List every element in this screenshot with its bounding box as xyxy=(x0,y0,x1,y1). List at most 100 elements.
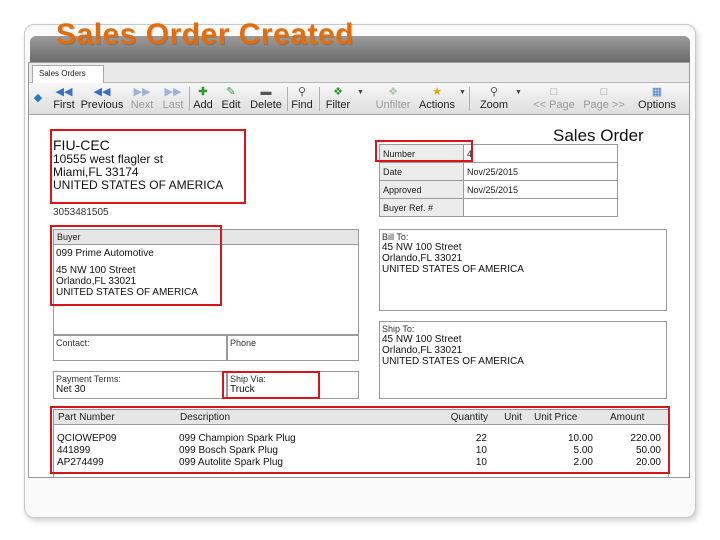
ship-to-street: 45 NW 100 Street xyxy=(382,334,462,345)
phone-box: Phone xyxy=(227,335,359,361)
tab-sales-orders[interactable]: Sales Orders xyxy=(32,65,104,83)
property-row: Number 4 xyxy=(379,144,618,163)
unit-header: Unit xyxy=(504,412,522,423)
ship-via-box: Ship Via: Truck xyxy=(227,371,359,399)
buyer-address: 099 Prime Automotive 45 NW 100 Street Or… xyxy=(54,245,358,298)
filter-button[interactable]: ❖ Filter xyxy=(323,85,353,113)
approved-value: Nov/25/2015 xyxy=(463,180,618,199)
ship-to-box: Ship To: 45 NW 100 Street Orlando,FL 330… xyxy=(379,321,667,399)
phone-label: Phone xyxy=(230,338,257,348)
buyer-ref-value xyxy=(463,198,618,217)
toolbar-separator xyxy=(319,87,320,111)
order-properties-table: Number 4 Date Nov/25/2015 Approved Nov/2… xyxy=(379,144,618,217)
ship-to-city: Orlando,FL 33021 xyxy=(382,345,463,356)
company-country: UNITED STATES OF AMERICA xyxy=(53,178,224,192)
sales-order-document: FIU-CEC 10555 west flagler st Miami,FL 3… xyxy=(29,115,689,477)
unit-price-cell: 5.00 xyxy=(573,445,593,456)
property-row: Buyer Ref. # xyxy=(379,198,618,217)
contact-box: Contact: xyxy=(53,335,227,361)
zoom-icon: ⚲ xyxy=(489,86,499,98)
number-label: Number xyxy=(379,144,464,163)
first-icon: ◀◀ xyxy=(55,86,73,98)
table-row: 441899 099 Bosch Spark Plug 10 5.00 50.0… xyxy=(53,445,669,457)
quantity-cell: 10 xyxy=(475,457,487,468)
next-icon: ▶▶ xyxy=(133,86,151,98)
page-prev-button[interactable]: □ << Page xyxy=(531,85,577,113)
buyer-country: UNITED STATES OF AMERICA xyxy=(56,287,198,298)
previous-button[interactable]: ◀◀ Previous xyxy=(79,85,125,113)
toolbar-separator xyxy=(189,87,190,111)
actions-button[interactable]: ★ Actions xyxy=(417,85,457,113)
actions-dropdown-icon[interactable]: ▼ xyxy=(459,89,466,96)
document-heading: Sales Order xyxy=(553,126,644,145)
last-button[interactable]: ▶▶ Last xyxy=(159,85,187,113)
edit-button[interactable]: ✎ Edit xyxy=(219,85,243,113)
bill-to-city: Orlando,FL 33021 xyxy=(382,253,463,264)
amount-cell: 50.00 xyxy=(635,445,661,456)
payment-terms-value: Net 30 xyxy=(56,384,86,395)
description-cell: 099 Bosch Spark Plug xyxy=(179,445,278,456)
part-number-cell: 441899 xyxy=(57,445,91,456)
toolbar-separator xyxy=(287,87,288,111)
buyer-ref-label: Buyer Ref. # xyxy=(379,198,464,217)
date-value: Nov/25/2015 xyxy=(463,162,618,181)
buyer-city: Orlando,FL 33021 xyxy=(56,276,137,287)
buyer-label: Buyer xyxy=(54,230,358,245)
description-cell: 099 Champion Spark Plug xyxy=(179,433,296,444)
zoom-dropdown-icon[interactable]: ▼ xyxy=(515,89,522,96)
options-button[interactable]: ▦ Options xyxy=(635,85,679,113)
ship-via-value: Truck xyxy=(230,384,255,395)
description-cell: 099 Autolite Spark Plug xyxy=(179,457,283,468)
tab-strip: Sales Orders xyxy=(29,63,689,83)
options-icon: ▦ xyxy=(651,86,663,98)
company-name: FIU-CEC xyxy=(53,137,110,153)
slide-title: Sales Order Created xyxy=(56,18,354,51)
previous-icon: ◀◀ xyxy=(93,86,111,98)
company-block: FIU-CEC 10555 west flagler st Miami,FL 3… xyxy=(53,137,223,192)
delete-button[interactable]: ▬ Delete xyxy=(247,85,285,113)
amount-cell: 20.00 xyxy=(635,457,661,468)
quantity-cell: 22 xyxy=(475,433,487,444)
last-icon: ▶▶ xyxy=(164,86,182,98)
buyer-street: 45 NW 100 Street xyxy=(56,265,136,276)
ship-to-country: UNITED STATES OF AMERICA xyxy=(382,356,524,367)
property-row: Approved Nov/25/2015 xyxy=(379,180,618,199)
table-row: AP274499 099 Autolite Spark Plug 10 2.00… xyxy=(53,457,669,469)
number-value: 4 xyxy=(463,144,618,163)
unfilter-icon: ❖ xyxy=(388,86,398,98)
description-header: Description xyxy=(180,412,231,423)
actions-icon: ★ xyxy=(432,86,442,98)
bill-to-box: Bill To: 45 NW 100 Street Orlando,FL 330… xyxy=(379,229,667,311)
find-icon: ⚲ xyxy=(297,86,307,98)
next-button[interactable]: ▶▶ Next xyxy=(127,85,157,113)
contact-label: Contact: xyxy=(56,338,90,348)
page-next-button[interactable]: □ Page >> xyxy=(581,85,627,113)
app-window: Sales Orders ◆ ◀◀ First ◀◀ Previous ▶▶ N… xyxy=(28,62,690,478)
filter-icon: ❖ xyxy=(333,86,343,98)
add-button[interactable]: ✚ Add xyxy=(191,85,215,113)
toolbar: ◆ ◀◀ First ◀◀ Previous ▶▶ Next ▶▶ Last ✚… xyxy=(29,83,689,115)
filter-dropdown-icon[interactable]: ▼ xyxy=(357,89,364,96)
items-table-header: Part Number Description Quantity Unit Un… xyxy=(53,409,669,425)
unit-price-cell: 2.00 xyxy=(573,457,593,468)
page-next-icon: □ xyxy=(600,86,608,98)
table-row: QCIOWEP09 099 Champion Spark Plug 22 10.… xyxy=(53,433,669,445)
find-button[interactable]: ⚲ Find xyxy=(289,85,315,113)
toolbar-separator xyxy=(469,87,470,111)
company-phone: 3053481505 xyxy=(53,207,109,218)
property-row: Date Nov/25/2015 xyxy=(379,162,618,181)
approved-label: Approved xyxy=(379,180,464,199)
bill-to-country: UNITED STATES OF AMERICA xyxy=(382,264,524,275)
ship-via-label: Ship Via: xyxy=(230,374,266,384)
payment-terms-label: Payment Terms: xyxy=(56,374,121,384)
unit-price-cell: 10.00 xyxy=(567,433,593,444)
payment-terms-box: Payment Terms: Net 30 xyxy=(53,371,227,399)
quantity-cell: 10 xyxy=(475,445,487,456)
ship-to-label: Ship To: xyxy=(382,324,415,334)
quantity-header: Quantity xyxy=(450,412,488,423)
unfilter-button[interactable]: ❖ Unfilter xyxy=(371,85,415,113)
date-label: Date xyxy=(379,162,464,181)
bill-to-label: Bill To: xyxy=(382,232,409,242)
first-button[interactable]: ◀◀ First xyxy=(49,85,79,113)
zoom-button[interactable]: ⚲ Zoom xyxy=(477,85,511,113)
